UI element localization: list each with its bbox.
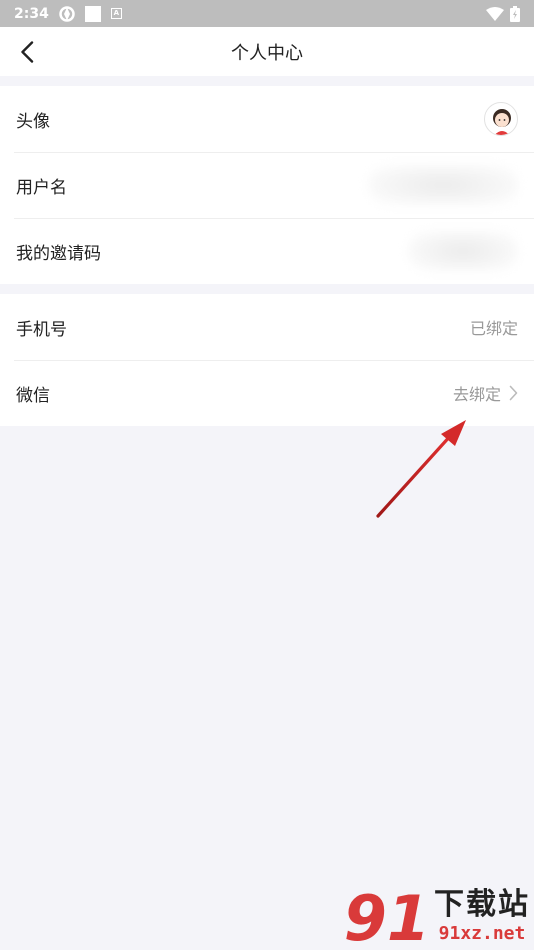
binding-section: 手机号 已绑定 微信 去绑定 bbox=[0, 294, 534, 426]
username-label: 用户名 bbox=[16, 177, 67, 198]
status-bar: 2:34 A bbox=[0, 0, 534, 27]
invite-code-row[interactable]: 我的邀请码 bbox=[0, 218, 534, 284]
profile-section: 头像 用户名 我的邀请码 bbox=[0, 86, 534, 284]
invite-code-value-blurred bbox=[408, 231, 518, 271]
invite-code-label: 我的邀请码 bbox=[16, 243, 101, 264]
avatar[interactable] bbox=[484, 102, 518, 136]
avatar-icon bbox=[493, 109, 511, 135]
wechat-status[interactable]: 去绑定 bbox=[453, 381, 518, 405]
wechat-status-text: 去绑定 bbox=[452, 385, 501, 404]
watermark-text: 下载站 91xz.net bbox=[434, 879, 530, 950]
notification-square-icon bbox=[84, 5, 101, 22]
back-arrow-icon bbox=[21, 41, 34, 63]
notification-a-icon: A bbox=[110, 8, 122, 19]
username-value-blurred bbox=[368, 165, 518, 205]
top-header: 个人中心 bbox=[0, 27, 534, 76]
avatar-label: 头像 bbox=[16, 111, 50, 132]
watermark-logo: 91 bbox=[343, 882, 430, 950]
page-title: 个人中心 bbox=[231, 42, 303, 64]
aperture-icon bbox=[59, 5, 75, 22]
status-time: 2:34 bbox=[14, 5, 49, 22]
phone-row[interactable]: 手机号 已绑定 bbox=[0, 294, 534, 360]
avatar-row[interactable]: 头像 bbox=[0, 86, 534, 152]
watermark-title: 下载站 bbox=[434, 887, 530, 922]
wechat-label: 微信 bbox=[16, 385, 50, 406]
phone-label: 手机号 bbox=[16, 319, 67, 340]
wechat-row[interactable]: 微信 去绑定 bbox=[0, 360, 534, 426]
watermark-site: 91xz.net bbox=[438, 923, 526, 944]
username-row[interactable]: 用户名 bbox=[0, 152, 534, 218]
wifi-icon bbox=[486, 6, 504, 21]
watermark: 91 下载站 91xz.net bbox=[344, 879, 530, 950]
battery-icon bbox=[510, 5, 520, 22]
phone-status: 已绑定 bbox=[470, 315, 518, 339]
back-button[interactable] bbox=[14, 39, 40, 65]
chevron-right-icon bbox=[509, 385, 518, 401]
phone-status-text: 已绑定 bbox=[469, 319, 518, 338]
